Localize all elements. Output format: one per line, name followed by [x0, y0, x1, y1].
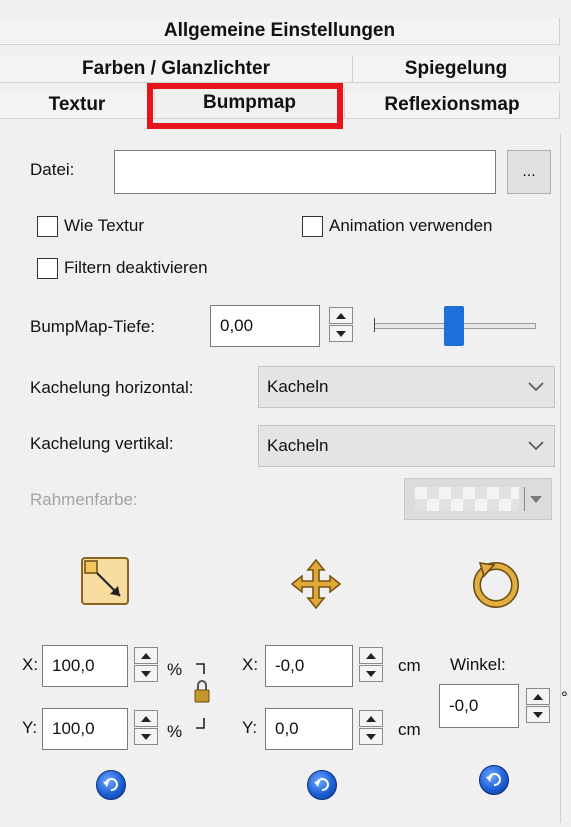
- slider-thumb[interactable]: [444, 306, 464, 346]
- scale-x-unit: %: [167, 660, 183, 679]
- frame-color-label: Rahmenfarbe:: [30, 490, 138, 509]
- move-y-label: Y:: [242, 718, 258, 737]
- spin-down-icon[interactable]: [134, 728, 158, 745]
- spin-down-icon[interactable]: [134, 665, 158, 682]
- spin-up-icon[interactable]: [329, 307, 353, 324]
- slider-tick-left: [374, 318, 375, 332]
- undo-icon: [314, 778, 329, 791]
- tab-row-1: Allgemeine Einstellungen: [0, 18, 560, 45]
- angle-label: Winkel:: [450, 655, 506, 674]
- bump-depth-label: BumpMap-Tiefe:: [30, 317, 156, 336]
- tab-row-2: Farben / Glanzlichter Spiegelung: [0, 56, 560, 83]
- reset-rotation-button[interactable]: [479, 765, 509, 795]
- scale-y-input[interactable]: 100,0: [42, 708, 128, 750]
- tiling-vertical-value: Kacheln: [267, 436, 329, 455]
- wie-textur-label: Wie Textur: [64, 216, 144, 235]
- animation-label: Animation verwenden: [329, 216, 493, 235]
- aspect-lock-icon[interactable]: [194, 660, 216, 732]
- scale-y-unit: %: [167, 722, 183, 741]
- wie-textur-checkbox[interactable]: [37, 216, 58, 237]
- move-icon[interactable]: [290, 558, 342, 610]
- spin-down-icon[interactable]: [329, 325, 353, 342]
- browse-button[interactable]: ...: [507, 150, 551, 194]
- move-x-spinner[interactable]: [359, 647, 383, 682]
- tiling-vertical-select[interactable]: Kacheln: [258, 425, 555, 467]
- angle-input[interactable]: -0,0: [439, 684, 519, 728]
- frame-color-picker[interactable]: [404, 478, 552, 520]
- spin-down-icon[interactable]: [359, 728, 383, 745]
- scale-y-spinner[interactable]: [134, 710, 158, 745]
- bump-depth-spinner[interactable]: [329, 307, 353, 342]
- tiling-horizontal-value: Kacheln: [267, 377, 329, 396]
- transparent-swatch: [415, 487, 519, 511]
- angle-unit: °: [561, 688, 568, 707]
- reset-scale-button[interactable]: [96, 770, 126, 800]
- move-y-spinner[interactable]: [359, 710, 383, 745]
- undo-icon: [103, 778, 118, 791]
- scale-icon[interactable]: [80, 556, 130, 606]
- tab-spiegelung[interactable]: Spiegelung: [353, 56, 560, 83]
- dropdown-arrow-icon: [530, 496, 542, 503]
- spin-up-icon[interactable]: [359, 710, 383, 727]
- tab-textur[interactable]: Textur: [0, 92, 155, 119]
- angle-spinner[interactable]: [526, 688, 550, 723]
- undo-icon: [486, 773, 501, 786]
- animation-checkbox[interactable]: [302, 216, 323, 237]
- scale-x-label: X:: [22, 655, 39, 674]
- file-label: Datei:: [30, 160, 75, 179]
- picker-divider: [524, 487, 525, 511]
- bump-depth-slider[interactable]: [374, 306, 536, 346]
- spin-up-icon[interactable]: [134, 710, 158, 727]
- tiling-horizontal-label: Kachelung horizontal:: [30, 378, 194, 397]
- scale-y-label: Y:: [22, 718, 38, 737]
- tab-farben-glanzlichter[interactable]: Farben / Glanzlichter: [0, 56, 353, 83]
- move-x-label: X:: [242, 655, 259, 674]
- move-y-input[interactable]: 0,0: [265, 708, 353, 750]
- active-tab-highlight: [147, 83, 343, 129]
- file-path-input[interactable]: [114, 150, 496, 194]
- filtern-checkbox[interactable]: [37, 258, 58, 279]
- spin-down-icon[interactable]: [526, 706, 550, 723]
- filtern-label: Filtern deaktivieren: [64, 258, 208, 277]
- scale-x-spinner[interactable]: [134, 647, 158, 682]
- rotate-icon[interactable]: [470, 557, 522, 609]
- tab-allgemeine-einstellungen[interactable]: Allgemeine Einstellungen: [0, 18, 560, 45]
- chevron-down-icon: [528, 382, 544, 392]
- move-x-input[interactable]: -0,0: [265, 645, 353, 687]
- chevron-down-icon: [528, 441, 544, 451]
- move-y-unit: cm: [398, 720, 421, 739]
- spin-up-icon[interactable]: [134, 647, 158, 664]
- tiling-vertical-label: Kachelung vertikal:: [30, 434, 174, 453]
- reset-move-button[interactable]: [307, 770, 337, 800]
- bump-depth-input[interactable]: 0,00: [210, 305, 320, 347]
- spin-down-icon[interactable]: [359, 665, 383, 682]
- tiling-horizontal-select[interactable]: Kacheln: [258, 366, 555, 408]
- spin-up-icon[interactable]: [526, 688, 550, 705]
- scale-x-input[interactable]: 100,0: [42, 645, 128, 687]
- move-x-unit: cm: [398, 656, 421, 675]
- spin-up-icon[interactable]: [359, 647, 383, 664]
- tab-reflexionsmap[interactable]: Reflexionsmap: [345, 92, 560, 119]
